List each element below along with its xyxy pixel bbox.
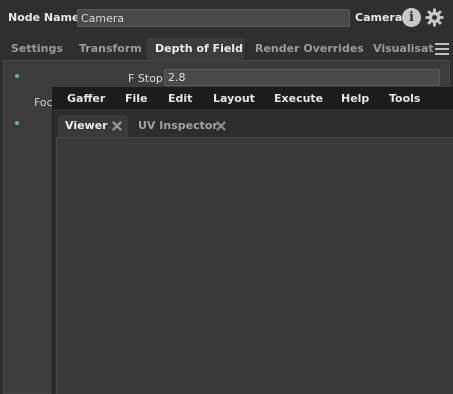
close-icon[interactable]: [216, 121, 226, 131]
editor-tabbar: Viewer UV Inspector: [53, 115, 453, 137]
tab-transform[interactable]: Transform: [71, 38, 144, 60]
node-editor-tabbar: Settings Transform Depth of Field Render…: [0, 38, 453, 60]
app-root: Node Name Camera Camera i Settings Trans…: [0, 0, 453, 394]
fstop-label: F Stop: [128, 72, 163, 85]
node-type-label: Camera: [355, 11, 403, 24]
menu-bar: Gaffer File Edit Layout Execute Help Too…: [53, 87, 453, 109]
info-icon[interactable]: i: [402, 8, 421, 27]
tab-visualisation[interactable]: Visualisatio: [365, 38, 434, 60]
menu-edit[interactable]: Edit: [168, 92, 192, 105]
menu-file[interactable]: File: [125, 92, 148, 105]
gaffer-window: Gaffer File Edit Layout Execute Help Too…: [52, 87, 453, 394]
menu-gaffer[interactable]: Gaffer: [67, 92, 105, 105]
node-name-input[interactable]: Camera: [77, 9, 350, 27]
node-editor-header: Node Name Camera Camera i: [0, 0, 453, 34]
tab-render-overrides[interactable]: Render Overrides: [247, 38, 364, 60]
gear-icon[interactable]: [425, 8, 444, 27]
focus-distance-label: Foc: [34, 96, 53, 109]
close-icon[interactable]: [112, 121, 122, 131]
tab-viewer-label: Viewer: [65, 119, 108, 132]
menu-tools[interactable]: Tools: [389, 92, 420, 105]
enabled-indicator-icon: [15, 121, 19, 125]
tab-uv-inspector[interactable]: UV Inspector: [131, 115, 231, 137]
tab-uv-inspector-label: UV Inspector: [138, 119, 218, 132]
menu-layout[interactable]: Layout: [213, 92, 255, 105]
tab-depth-of-field[interactable]: Depth of Field: [147, 38, 244, 60]
fstop-input[interactable]: 2.8: [164, 69, 440, 86]
viewer-area[interactable]: [56, 137, 453, 394]
enabled-indicator-icon: [15, 74, 19, 78]
tab-viewer[interactable]: Viewer: [58, 115, 128, 137]
menu-execute[interactable]: Execute: [274, 92, 323, 105]
hamburger-menu-icon[interactable]: [435, 43, 449, 55]
node-name-label: Node Name: [8, 11, 80, 24]
menu-help[interactable]: Help: [341, 92, 369, 105]
tab-settings[interactable]: Settings: [3, 38, 67, 60]
